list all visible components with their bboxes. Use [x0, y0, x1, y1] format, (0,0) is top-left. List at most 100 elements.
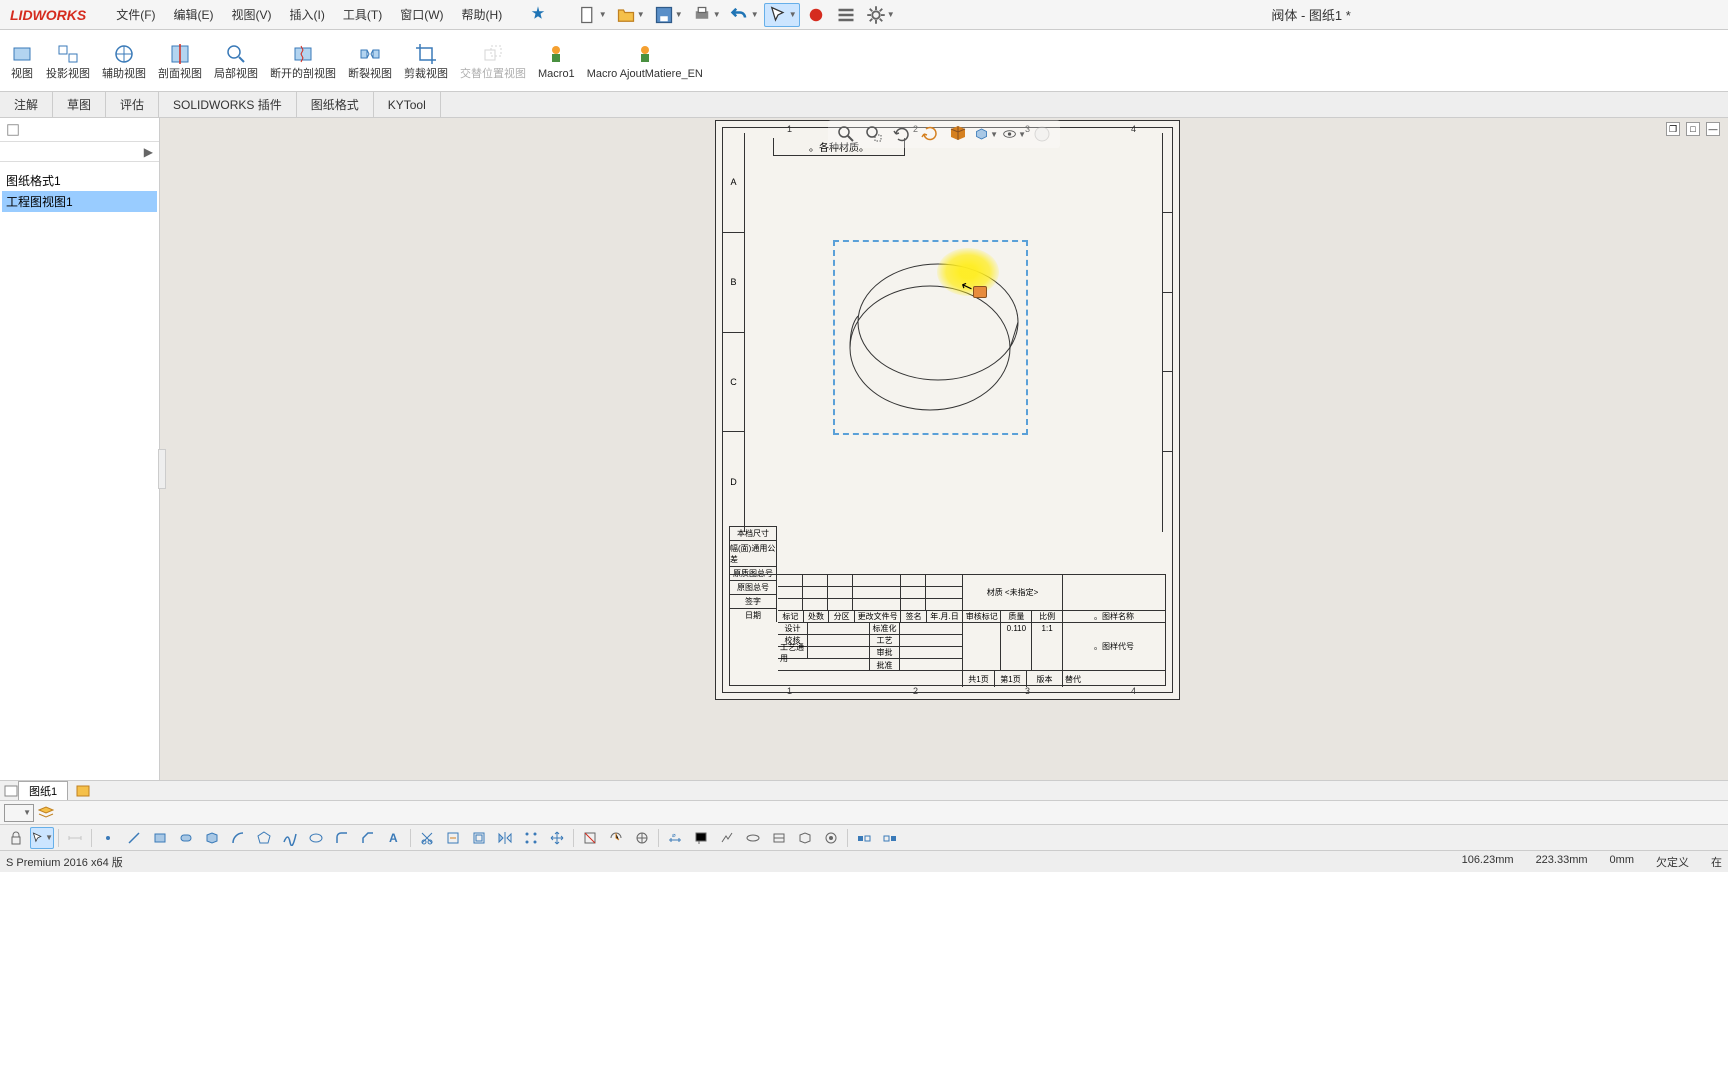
save-button[interactable]: ▼	[650, 3, 686, 27]
sk-annotation5[interactable]	[793, 827, 817, 849]
sk-repair[interactable]	[604, 827, 628, 849]
rotate-view-icon[interactable]	[918, 122, 942, 146]
hide-show-icon[interactable]: ▼	[1002, 122, 1026, 146]
sk-point[interactable]	[96, 827, 120, 849]
title-block-grid: 材质 <未指定> 标记 处数 分区 更改文件号 签名	[729, 574, 1166, 686]
maximize-icon[interactable]: □	[1686, 122, 1700, 136]
add-sheet-icon[interactable]	[74, 784, 92, 798]
sk-hide2[interactable]	[878, 827, 902, 849]
open-button[interactable]: ▼	[612, 3, 648, 27]
tb-hdr-0: 标记	[778, 611, 804, 622]
sk-trim[interactable]	[415, 827, 439, 849]
apply-scene-icon[interactable]	[1030, 122, 1054, 146]
sk-move[interactable]	[545, 827, 569, 849]
sk-annotation2[interactable]	[715, 827, 739, 849]
sk-text[interactable]: A	[382, 827, 406, 849]
sk-cube[interactable]	[200, 827, 224, 849]
sk-chamfer[interactable]	[356, 827, 380, 849]
zoom-area-icon[interactable]	[862, 122, 886, 146]
sk-select[interactable]: ▼	[30, 827, 54, 849]
ribbon-model-view[interactable]: 视图	[4, 32, 40, 89]
sk-line[interactable]	[122, 827, 146, 849]
zoom-fit-icon[interactable]	[834, 122, 858, 146]
feature-tree[interactable]: 图纸格式1 工程图视图1	[0, 162, 159, 216]
ribbon-break-view[interactable]: 断裂视图	[342, 32, 398, 89]
tab-sheetformat[interactable]: 图纸格式	[297, 92, 374, 117]
options-button[interactable]	[832, 3, 860, 27]
print-button[interactable]: ▼	[688, 3, 724, 27]
tree-sheet-format[interactable]: 图纸格式1	[2, 170, 157, 191]
restore-down-icon[interactable]: ❐	[1666, 122, 1680, 136]
tb-scale: 1:1	[1032, 623, 1062, 670]
menu-window[interactable]: 窗口(W)	[392, 2, 451, 27]
sk-smartdim[interactable]	[63, 827, 87, 849]
sk-polygon[interactable]	[252, 827, 276, 849]
drawing-view-1[interactable]: ↖	[833, 240, 1028, 435]
tb-appr-1: 质量	[1001, 611, 1032, 622]
zone-left-D: D	[723, 432, 744, 532]
sk-slot[interactable]	[174, 827, 198, 849]
new-button[interactable]: ▼	[574, 3, 610, 27]
sk-spline[interactable]	[278, 827, 302, 849]
layer-toggle-icon[interactable]	[38, 805, 54, 821]
sk-ellipse[interactable]	[304, 827, 328, 849]
sk-pattern[interactable]	[519, 827, 543, 849]
sk-rectangle[interactable]	[148, 827, 172, 849]
forward-icon[interactable]: ▶	[144, 145, 153, 159]
sk-annotation1[interactable]	[689, 827, 713, 849]
ribbon-detail-view[interactable]: 局部视图	[208, 32, 264, 89]
rebuild-button[interactable]	[802, 3, 830, 27]
settings-button[interactable]: ▼	[862, 3, 898, 27]
menu-insert[interactable]: 插入(I)	[282, 2, 333, 27]
drawing-canvas[interactable]: ▼ ▼ ❐ □ — 1 2 3 4 1 2 3 4 A	[160, 118, 1728, 780]
display-style-icon[interactable]: ▼	[974, 122, 998, 146]
sk-lock[interactable]	[4, 827, 28, 849]
sk-annotation4[interactable]	[767, 827, 791, 849]
ribbon-crop-view[interactable]: 剪裁视图	[398, 32, 454, 89]
ribbon-section-view[interactable]: 剖面视图	[152, 32, 208, 89]
ribbon-broken-section[interactable]: 断开的剖视图	[264, 32, 342, 89]
layer-combo[interactable]: ▼	[4, 804, 34, 822]
sk-offset[interactable]	[467, 827, 491, 849]
tb-hdr-3: 更改文件号	[855, 611, 901, 622]
menu-edit[interactable]: 编辑(E)	[166, 2, 222, 27]
sidebar-collapse-handle[interactable]	[158, 449, 166, 489]
cursor-context-icon	[973, 286, 987, 298]
tab-kytool[interactable]: KYTool	[374, 92, 441, 117]
sk-quick-snap[interactable]	[630, 827, 654, 849]
menu-file[interactable]: 文件(F)	[108, 2, 163, 27]
section-view-icon[interactable]	[946, 122, 970, 146]
tab-addins[interactable]: SOLIDWORKS 插件	[159, 92, 297, 117]
ribbon-projected-view[interactable]: 投影视图	[40, 32, 96, 89]
previous-view-icon[interactable]	[890, 122, 914, 146]
menu-help[interactable]: 帮助(H)	[454, 2, 511, 27]
tree-drawing-view[interactable]: 工程图视图1	[2, 191, 157, 212]
sk-annotation3[interactable]	[741, 827, 765, 849]
sk-display-delete[interactable]	[578, 827, 602, 849]
sk-arc[interactable]	[226, 827, 250, 849]
sk-annotation6[interactable]	[819, 827, 843, 849]
tb-label-1: 幅(面)通用公差	[729, 540, 777, 566]
menu-view[interactable]: 视图(V)	[224, 2, 280, 27]
sk-rapid-dim[interactable]: ⌀	[663, 827, 687, 849]
sk-convert[interactable]	[441, 827, 465, 849]
sk-mirror[interactable]	[493, 827, 517, 849]
sk-hide1[interactable]	[852, 827, 876, 849]
feature-tree-panel: ▶ 图纸格式1 工程图视图1	[0, 118, 160, 780]
ribbon-auxiliary-view[interactable]: 辅助视图	[96, 32, 152, 89]
sk-fillet[interactable]	[330, 827, 354, 849]
minimize-view-icon[interactable]: —	[1706, 122, 1720, 136]
drawing-sheet[interactable]: 1 2 3 4 1 2 3 4 A B C D	[715, 120, 1180, 700]
ribbon-macro1[interactable]: Macro1	[532, 32, 581, 89]
sheet-tab-1[interactable]: 图纸1	[18, 781, 68, 800]
undo-button[interactable]: ▼	[726, 3, 762, 27]
menu-tools[interactable]: 工具(T)	[335, 2, 390, 27]
ribbon-macro2[interactable]: Macro AjoutMatiere_EN	[581, 32, 709, 89]
tb-foot-0: 共1页	[963, 671, 995, 687]
main-area: ▶ 图纸格式1 工程图视图1 ▼ ▼ ❐ □ — 1	[0, 118, 1728, 780]
tab-annotate[interactable]: 注解	[0, 92, 53, 117]
pin-icon[interactable]	[522, 3, 554, 27]
tab-evaluate[interactable]: 评估	[106, 92, 159, 117]
tab-sketch[interactable]: 草图	[53, 92, 106, 117]
select-button[interactable]: ▼	[764, 3, 800, 27]
